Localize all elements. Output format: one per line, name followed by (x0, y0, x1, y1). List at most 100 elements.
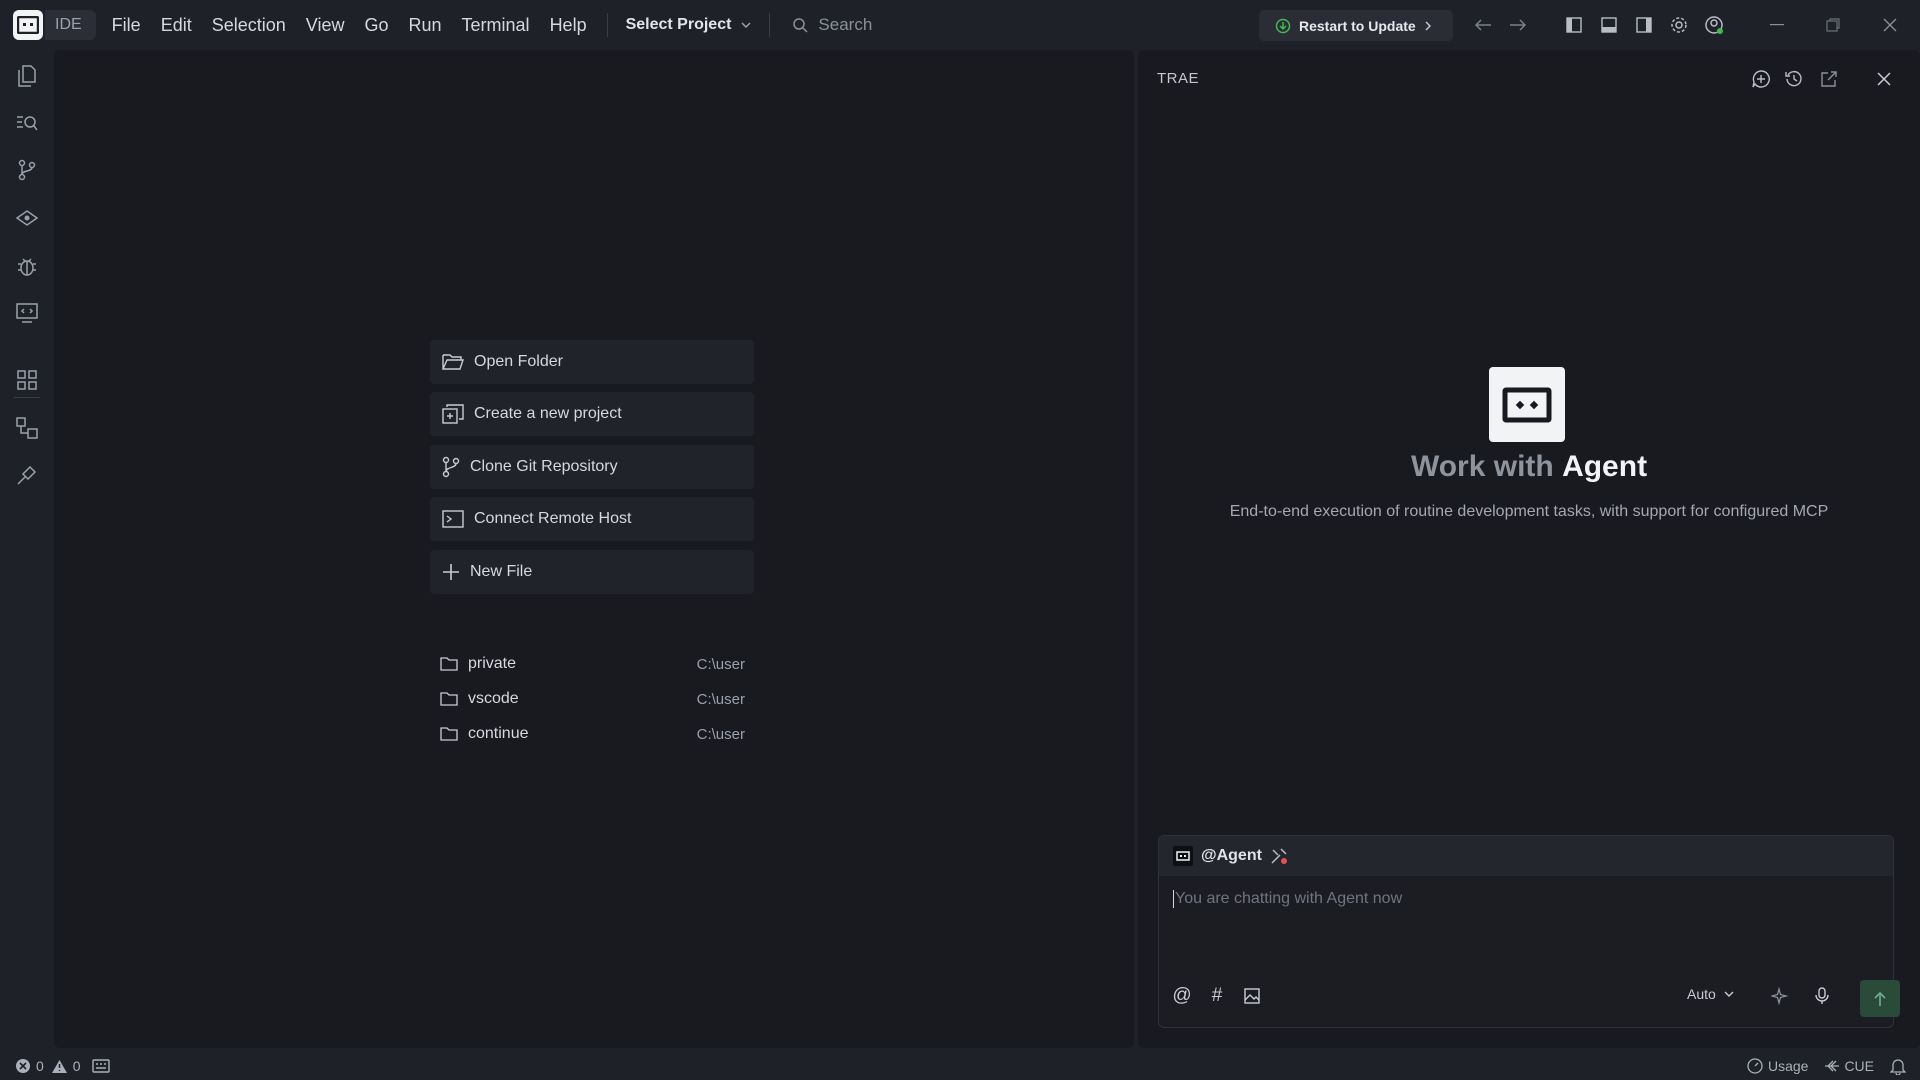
cue-icon (1825, 1060, 1840, 1072)
work-with-agent-heading: Work with Agent (1138, 450, 1920, 484)
menu-run[interactable]: Run (399, 0, 452, 50)
clone-git-label: Clone Git Repository (470, 458, 618, 475)
menu-selection[interactable]: Selection (202, 0, 296, 50)
sparkle-enhance-icon[interactable] (1769, 985, 1791, 1007)
folder-open-icon (442, 354, 464, 370)
recent-project-item[interactable]: vscode C:\user (440, 684, 755, 714)
new-file-label: New File (470, 563, 533, 580)
title-bar: IDE File Edit Selection View Go Run Term… (0, 0, 1920, 50)
new-chat-icon[interactable] (1750, 68, 1772, 90)
chat-agent-header: @Agent (1159, 836, 1893, 876)
folder-icon (440, 692, 458, 706)
chat-agent-label: @Agent (1201, 847, 1262, 864)
chevron-right-icon (1425, 21, 1431, 30)
usage-link[interactable]: Usage (1768, 1058, 1808, 1074)
send-button[interactable] (1860, 980, 1900, 1017)
model-select-label: Auto (1687, 986, 1716, 1002)
project-select[interactable]: Select Project (618, 16, 760, 34)
menu-file[interactable]: File (102, 0, 151, 50)
new-file-button[interactable]: New File (430, 550, 754, 594)
agent-logo-icon (1489, 367, 1565, 442)
settings-gear-icon[interactable] (1668, 14, 1690, 36)
connections-icon[interactable] (14, 415, 40, 441)
menu-terminal[interactable]: Terminal (452, 0, 540, 50)
extensions-grid-icon[interactable] (14, 367, 40, 393)
recent-project-path: C:\user (696, 725, 745, 743)
cue-toggle[interactable]: CUE (1844, 1058, 1874, 1074)
update-icon (1275, 18, 1291, 33)
toggle-secondary-sidebar-icon[interactable] (1633, 14, 1655, 36)
restart-to-update-button[interactable]: Restart to Update (1259, 10, 1453, 41)
history-icon[interactable] (1783, 68, 1805, 90)
open-folder-button[interactable]: Open Folder (430, 340, 754, 384)
source-control-icon[interactable] (14, 157, 40, 183)
warning-count[interactable]: 0 (73, 1058, 81, 1074)
recent-project-item[interactable]: private C:\user (440, 649, 755, 679)
status-bar: 0 0 Usage CUE (0, 1052, 1920, 1080)
error-icon[interactable] (15, 1058, 31, 1074)
heading-prefix: Work with (1410, 450, 1554, 483)
notifications-bell-icon[interactable] (1890, 1058, 1906, 1075)
agent-small-icon (1173, 846, 1193, 866)
menu-view[interactable]: View (296, 0, 355, 50)
arrow-up-icon (1874, 991, 1886, 1006)
recent-project-path: C:\user (696, 655, 745, 673)
error-count[interactable]: 0 (36, 1058, 44, 1074)
chevron-down-icon (741, 22, 751, 29)
back-arrow-icon[interactable] (1472, 14, 1494, 36)
title-divider (769, 13, 771, 37)
model-select[interactable]: Auto (1687, 986, 1734, 1002)
account-icon[interactable] (1703, 14, 1725, 36)
context-hash-icon[interactable]: # (1206, 985, 1228, 1007)
debug-bug-icon[interactable] (14, 253, 40, 279)
tools-icon[interactable] (14, 462, 40, 488)
remote-explorer-icon[interactable] (14, 205, 40, 231)
chat-placeholder: You are chatting with Agent now (1175, 890, 1403, 908)
ai-chat-panel: TRAE Work with Agent End-to-end executio… (1138, 50, 1920, 1048)
search-input[interactable]: Search (792, 15, 872, 35)
chat-message-input[interactable]: You are chatting with Agent now (1173, 890, 1402, 908)
restore-icon[interactable] (1822, 14, 1844, 36)
toggle-sidebar-icon[interactable] (1563, 14, 1585, 36)
chat-composer: @Agent You are chatting with Agent now @… (1158, 835, 1900, 1028)
recent-project-name: vscode (468, 690, 519, 707)
open-external-icon[interactable] (1818, 68, 1840, 90)
create-new-project-button[interactable]: Create a new project (430, 392, 754, 436)
menu-edit[interactable]: Edit (151, 0, 202, 50)
usage-icon (1747, 1058, 1763, 1074)
minimize-icon[interactable] (1766, 14, 1788, 36)
plus-icon (443, 564, 459, 580)
menu-help[interactable]: Help (540, 0, 597, 50)
recent-project-item[interactable]: continue C:\user (440, 719, 755, 749)
open-folder-label: Open Folder (474, 353, 563, 370)
warning-icon[interactable] (51, 1059, 68, 1074)
activity-divider (14, 397, 40, 398)
panel-title: TRAE (1157, 70, 1200, 87)
connect-remote-host-button[interactable]: Connect Remote Host (430, 497, 754, 541)
menu-go[interactable]: Go (354, 0, 398, 50)
project-select-label: Select Project (625, 16, 732, 33)
clone-git-repository-button[interactable]: Clone Git Repository (430, 445, 754, 489)
new-project-icon (442, 404, 464, 424)
close-window-icon[interactable] (1879, 14, 1901, 36)
ports-icon[interactable] (91, 1059, 110, 1073)
menu-bar: File Edit Selection View Go Run Terminal… (102, 0, 597, 50)
folder-icon (440, 657, 458, 671)
agent-tools-icon[interactable] (1270, 847, 1288, 865)
explorer-files-icon[interactable] (14, 63, 40, 89)
forward-arrow-icon[interactable] (1507, 14, 1529, 36)
activity-bar (0, 50, 54, 1050)
search-files-icon[interactable] (14, 110, 40, 136)
text-caret (1173, 890, 1174, 908)
app-logo-icon[interactable] (13, 10, 43, 40)
image-upload-icon[interactable] (1241, 985, 1263, 1007)
git-branch-icon (442, 456, 460, 478)
create-project-label: Create a new project (474, 405, 622, 422)
folder-icon (440, 727, 458, 741)
mention-at-icon[interactable]: @ (1171, 985, 1193, 1007)
restart-label: Restart to Update (1299, 17, 1416, 34)
close-panel-icon[interactable] (1873, 68, 1895, 90)
remote-display-icon[interactable] (14, 300, 40, 326)
microphone-icon[interactable] (1811, 985, 1833, 1007)
toggle-panel-icon[interactable] (1598, 14, 1620, 36)
